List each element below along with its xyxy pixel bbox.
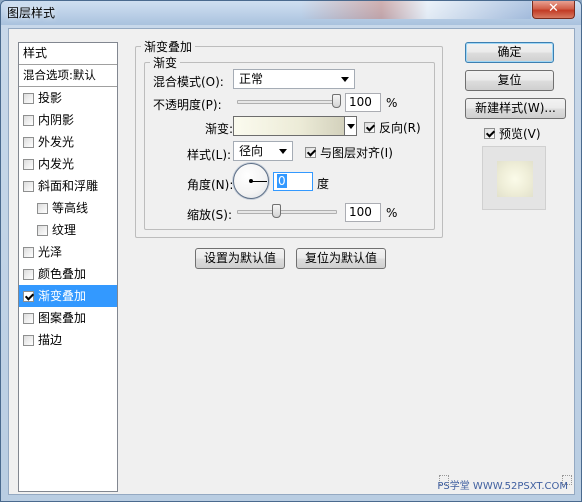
style-list-checkbox[interactable] bbox=[23, 114, 34, 126]
style-list-label: 颜色叠加 bbox=[38, 267, 87, 281]
title-bar-background bbox=[301, 1, 531, 19]
style-list-checkbox[interactable] bbox=[23, 158, 34, 170]
gradient-overlay-group: 渐变叠加 渐变 混合模式(O): 正常 不透明度(P): 100 % 渐变: 反… bbox=[135, 38, 443, 238]
style-list-checkbox[interactable] bbox=[23, 136, 34, 148]
style-list-item[interactable]: 渐变叠加 bbox=[19, 285, 117, 307]
title-bar[interactable]: 图层样式 ✕ bbox=[1, 1, 581, 25]
blend-mode-value: 正常 bbox=[239, 72, 264, 86]
style-list-checkbox[interactable] bbox=[23, 180, 34, 192]
ok-button[interactable]: 确定 bbox=[465, 42, 554, 63]
style-list-checkbox[interactable] bbox=[23, 246, 34, 258]
style-list-checkbox[interactable] bbox=[23, 290, 34, 302]
gradient-overlay-title: 渐变叠加 bbox=[141, 38, 196, 55]
preview-swatch bbox=[497, 161, 533, 197]
style-list-item[interactable]: 纹理 bbox=[19, 219, 117, 241]
set-as-default-button[interactable]: 设置为默认值 bbox=[195, 248, 285, 269]
style-preview-thumbnail bbox=[482, 146, 546, 210]
opacity-input[interactable]: 100 bbox=[345, 93, 381, 112]
style-list-item[interactable]: 图案叠加 bbox=[19, 307, 117, 329]
reverse-label: 反向(R) bbox=[379, 121, 421, 135]
scale-label: 缩放(S): bbox=[187, 208, 233, 222]
style-list-item[interactable]: 内阴影 bbox=[19, 109, 117, 131]
style-list-label: 等高线 bbox=[52, 201, 89, 215]
style-list-item[interactable]: 斜面和浮雕 bbox=[19, 175, 117, 197]
style-list-checkbox[interactable] bbox=[23, 334, 34, 346]
gradient-style-value: 径向 bbox=[239, 144, 264, 158]
scale-slider-thumb[interactable] bbox=[272, 204, 281, 218]
style-list-item[interactable]: 描边 bbox=[19, 329, 117, 351]
checkbox-box[interactable] bbox=[305, 147, 316, 158]
chevron-down-icon bbox=[347, 124, 355, 129]
style-list-item[interactable]: 内发光 bbox=[19, 153, 117, 175]
watermark: PS学堂 WWW.52PSXT.COM bbox=[437, 481, 568, 492]
preview-checkbox[interactable]: 预览(V) bbox=[484, 125, 541, 142]
angle-dial[interactable] bbox=[233, 163, 269, 199]
style-list-label: 纹理 bbox=[52, 223, 77, 237]
gradient-picker-button[interactable] bbox=[345, 116, 357, 136]
style-list-label: 渐变叠加 bbox=[38, 289, 87, 303]
align-with-layer-label: 与图层对齐(I) bbox=[320, 146, 393, 160]
style-list-label: 投影 bbox=[38, 91, 63, 105]
style-list-checkbox[interactable] bbox=[37, 224, 48, 236]
checkbox-box[interactable] bbox=[364, 122, 375, 133]
style-list-checkbox[interactable] bbox=[23, 268, 34, 280]
reset-to-default-button[interactable]: 复位为默认值 bbox=[296, 248, 386, 269]
blend-mode-select[interactable]: 正常 bbox=[233, 69, 355, 89]
angle-input[interactable]: 0 bbox=[273, 172, 313, 191]
gradient-style-select[interactable]: 径向 bbox=[233, 141, 293, 161]
style-list-label: 光泽 bbox=[38, 245, 63, 259]
style-list-checkbox[interactable] bbox=[37, 202, 48, 214]
style-list-item[interactable]: 外发光 bbox=[19, 131, 117, 153]
chevron-down-icon bbox=[341, 77, 349, 82]
opacity-slider-track[interactable] bbox=[237, 100, 337, 104]
reset-button[interactable]: 复位 bbox=[465, 70, 554, 91]
new-style-button[interactable]: 新建样式(W)... bbox=[465, 98, 566, 119]
gradient-swatch[interactable] bbox=[233, 116, 345, 136]
opacity-slider-thumb[interactable] bbox=[332, 94, 341, 108]
style-list-label: 图案叠加 bbox=[38, 311, 87, 325]
style-list-item[interactable]: 颜色叠加 bbox=[19, 263, 117, 285]
style-list-item[interactable]: 投影 bbox=[19, 87, 117, 109]
angle-needle bbox=[251, 181, 267, 182]
style-list-label: 斜面和浮雕 bbox=[38, 179, 99, 193]
chevron-down-icon bbox=[279, 149, 287, 154]
style-list-item[interactable]: 等高线 bbox=[19, 197, 117, 219]
scale-unit: % bbox=[386, 206, 398, 220]
style-list-label: 内阴影 bbox=[38, 113, 75, 127]
window-title: 图层样式 bbox=[7, 6, 56, 20]
angle-center-dot bbox=[249, 179, 253, 183]
checkbox-box[interactable] bbox=[484, 128, 495, 139]
dialog-body: 样式 混合选项:默认 投影 内阴影 外发光 内发光 斜面和浮雕 等高线 纹理 光泽 颜色叠加 渐变… bbox=[8, 28, 575, 495]
close-button[interactable]: ✕ bbox=[532, 1, 575, 19]
angle-label: 角度(N): bbox=[187, 178, 234, 192]
gradient-label: 渐变: bbox=[205, 122, 234, 136]
opacity-label: 不透明度(P): bbox=[153, 98, 222, 112]
style-list-checkbox[interactable] bbox=[23, 312, 34, 324]
style-list-item[interactable]: 光泽 bbox=[19, 241, 117, 263]
scale-input[interactable]: 100 bbox=[345, 203, 381, 222]
align-with-layer-checkbox[interactable]: 与图层对齐(I) bbox=[305, 144, 393, 161]
blend-mode-label: 混合模式(O): bbox=[153, 75, 224, 89]
scale-slider-track[interactable] bbox=[237, 210, 337, 214]
gradient-subgroup: 渐变 混合模式(O): 正常 不透明度(P): 100 % 渐变: 反向(R) … bbox=[144, 54, 435, 230]
style-label: 样式(L): bbox=[187, 148, 232, 162]
reverse-checkbox[interactable]: 反向(R) bbox=[364, 119, 421, 136]
style-list-label: 外发光 bbox=[38, 135, 75, 149]
style-list: 样式 混合选项:默认 投影内阴影外发光内发光斜面和浮雕等高线纹理光泽颜色叠加渐变… bbox=[18, 42, 118, 492]
style-list-checkbox[interactable] bbox=[23, 92, 34, 104]
angle-value: 0 bbox=[277, 174, 287, 188]
blending-options-item[interactable]: 混合选项:默认 bbox=[19, 65, 117, 87]
opacity-unit: % bbox=[386, 96, 398, 110]
style-list-header[interactable]: 样式 bbox=[19, 43, 117, 65]
style-items: 投影内阴影外发光内发光斜面和浮雕等高线纹理光泽颜色叠加渐变叠加图案叠加描边 bbox=[19, 87, 117, 351]
angle-unit: 度 bbox=[317, 177, 330, 191]
style-list-label: 内发光 bbox=[38, 157, 75, 171]
gradient-subgroup-title: 渐变 bbox=[150, 54, 181, 71]
preview-label: 预览(V) bbox=[499, 127, 541, 141]
layer-style-dialog: 图层样式 ✕ 样式 混合选项:默认 投影内阴影外发光内发光斜面和浮雕等高线纹理光… bbox=[0, 0, 582, 502]
style-list-label: 描边 bbox=[38, 333, 63, 347]
